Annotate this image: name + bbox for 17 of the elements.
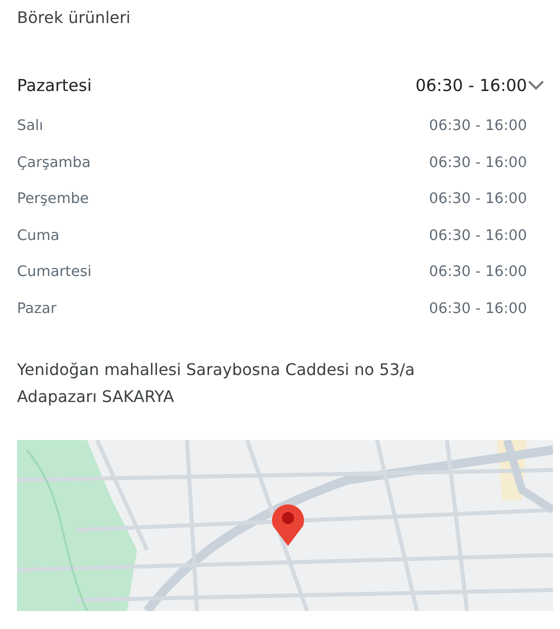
day-label: Çarşamba [17,154,91,173]
day-label: Cumartesi [17,263,92,282]
hours-text: 06:30 - 16:00 [428,226,527,246]
address-text: Yenidoğan mahallesi Saraybosna Caddesi no 53/a Adapazarı SAKARYA [17,359,416,408]
hours-text: 06:30 - 16:00 [415,74,527,97]
hours-text: 06:30 - 16:00 [428,300,527,319]
hours-text: 06:30 - 16:00 [428,154,527,173]
day-label: Cuma [17,226,60,246]
hours-text: 06:30 - 16:00 [428,190,527,210]
day-label: Pazartesi [17,74,92,97]
chevron-down-icon[interactable] [528,80,544,90]
hours-text: 06:30 - 16:00 [428,117,527,136]
day-label: Salı [17,117,44,136]
section-title: Börek ürünleri [17,7,132,29]
day-label: Pazar [17,300,56,319]
hours-text: 06:30 - 16:00 [428,263,527,282]
day-label: Perşembe [17,190,89,210]
